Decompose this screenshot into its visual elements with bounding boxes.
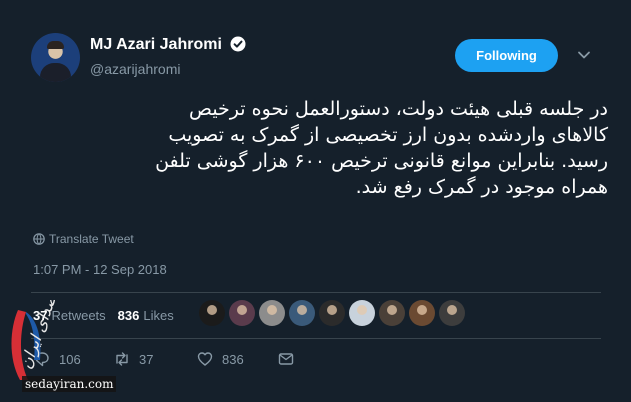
divider [31,292,601,293]
tweet-text: در جلسه قبلی هیئت دولت، دستورالعمل نحوه … [36,96,608,200]
following-button[interactable]: Following [455,39,558,72]
liker-avatar[interactable] [229,300,255,326]
direct-message-action[interactable] [277,350,295,368]
liker-avatar[interactable] [319,300,345,326]
tweet-text-line: کالاهای وارد‌شده بدون ارز تخصیصی از گمرک… [168,124,608,146]
globe-icon [33,233,45,245]
liker-avatar[interactable] [409,300,435,326]
verified-badge-icon [230,36,246,52]
liker-avatar[interactable] [379,300,405,326]
svg-text:صدای ایران: صدای ایران [16,300,61,371]
tweet-text-line: همراه موجود در گمرک رفع شد. [355,176,608,198]
author-avatar[interactable] [31,33,80,82]
tweet-card: MJ Azari Jahromi @azarijahromi Following… [0,0,631,402]
avatar-suit [40,63,71,82]
liker-avatar[interactable] [439,300,465,326]
author-name-row[interactable]: MJ Azari Jahromi [90,36,246,54]
liker-avatar[interactable] [259,300,285,326]
chevron-down-icon[interactable] [577,48,591,62]
tweet-text-line: رسید. بنابراین موانع قانونی ترخیص ۶۰۰ هز… [155,150,608,172]
liker-avatar[interactable] [289,300,315,326]
liker-avatars [199,300,465,326]
liker-avatar[interactable] [199,300,225,326]
mail-icon [278,353,294,365]
author-name[interactable]: MJ Azari Jahromi [90,36,222,53]
translate-tweet-link[interactable]: Translate Tweet [33,232,134,246]
translate-label[interactable]: Translate Tweet [49,232,134,246]
tweet-text-line: در جلسه قبلی هیئت دولت، دستورالعمل نحوه … [189,98,608,120]
heart-icon [197,352,213,366]
author-handle[interactable]: @azarijahromi [90,61,180,77]
liker-avatar[interactable] [349,300,375,326]
watermark-site-url: sedayiran.com [22,376,117,392]
like-count: 836 [222,351,244,367]
like-action[interactable]: 836 [196,350,244,368]
avatar-hair [47,41,64,49]
tweet-timestamp[interactable]: 1:07 PM - 12 Sep 2018 [33,262,167,277]
